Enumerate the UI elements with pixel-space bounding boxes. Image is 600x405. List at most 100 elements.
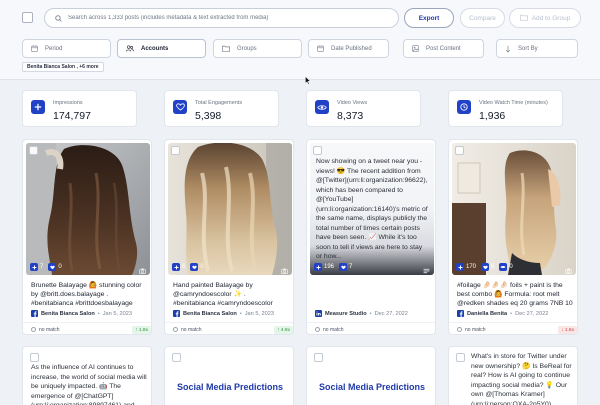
match-status: no match xyxy=(465,326,486,333)
post-select-checkbox[interactable] xyxy=(313,146,322,155)
impressions-metric: 6 xyxy=(172,263,185,271)
post-date: Dec 27, 2022 xyxy=(374,310,408,317)
post-text-preview[interactable]: Now showing on a tweet near you - views!… xyxy=(310,143,434,275)
filter-date-published[interactable]: Date Published xyxy=(308,39,389,58)
stat-card-video-watch-time: Video Watch Time (minutes) 1,936 xyxy=(448,90,563,127)
post-text-content: What's in store for Twitter under new ow… xyxy=(471,353,572,405)
post-select-checkbox[interactable] xyxy=(456,353,465,362)
content-icon xyxy=(412,45,419,52)
post-card[interactable]: As the influence of AI continues to incr… xyxy=(22,346,152,405)
post-metrics: 196 7 xyxy=(310,259,434,275)
separator: • xyxy=(510,310,513,317)
folder-icon xyxy=(222,45,230,52)
author-name[interactable]: Daniella Benita xyxy=(467,311,507,317)
post-select-checkbox[interactable] xyxy=(455,146,464,155)
heart-icon xyxy=(48,263,57,271)
export-button[interactable]: Export xyxy=(404,8,454,28)
add-to-group-label: Add to Group xyxy=(531,14,571,22)
match-indicator-icon xyxy=(31,327,36,332)
post-card[interactable]: 170 6 0 #foilage 🤌🏻🤌🏻🤌🏻 foils + paint is… xyxy=(448,139,578,335)
post-date: Dec 27, 2022 xyxy=(515,310,549,317)
author-name[interactable]: Benita Bianca Salon xyxy=(41,311,95,317)
stat-card-impressions: Impressions 174,797 xyxy=(22,90,137,127)
performance-badge: ↑ 4.9x xyxy=(274,326,293,334)
match-indicator-icon xyxy=(173,327,178,332)
filter-label: Date Published xyxy=(331,45,372,52)
impressions-value: 170 xyxy=(466,264,477,270)
post-date: Jan 5, 2023 xyxy=(102,310,132,317)
filter-accounts[interactable]: Accounts xyxy=(117,39,206,58)
filter-post-content[interactable]: Post Content xyxy=(403,39,484,58)
camera-icon xyxy=(281,261,288,279)
post-footer: no match ↑ 4.9x xyxy=(165,322,293,334)
clock-icon xyxy=(457,100,471,114)
calendar-icon xyxy=(317,45,324,52)
filter-label: Sort By xyxy=(518,45,538,52)
heart-icon xyxy=(190,263,199,271)
post-card[interactable]: Social Media Predictions xyxy=(306,346,436,405)
filter-label: Accounts xyxy=(141,45,169,52)
filter-groups[interactable]: Groups xyxy=(213,39,302,58)
sort-icon xyxy=(505,45,511,53)
impressions-value: 6 xyxy=(182,264,186,270)
linkedin-icon xyxy=(315,310,322,317)
eye-icon xyxy=(499,263,508,271)
search-input[interactable] xyxy=(68,15,378,21)
facebook-icon xyxy=(31,310,38,317)
performance-badge: ↓ 1.6x xyxy=(558,326,577,334)
plus-icon xyxy=(30,263,38,271)
match-status: no match xyxy=(181,326,202,333)
post-card[interactable]: What's in store for Twitter under new ow… xyxy=(448,346,578,405)
match-indicator-icon xyxy=(315,327,320,332)
compare-button[interactable]: Compare xyxy=(460,8,505,28)
post-card[interactable]: Social Media Predictions xyxy=(164,346,294,405)
separator: • xyxy=(97,310,100,317)
select-all-checkbox[interactable] xyxy=(22,12,33,23)
search-icon xyxy=(55,14,62,22)
post-card[interactable]: 6 0 Hand painted Balayage by @camryndoes… xyxy=(164,139,294,335)
plus-icon xyxy=(456,263,464,271)
post-image[interactable] xyxy=(452,143,576,275)
stat-card-total-engagements: Total Engagements 5,398 xyxy=(164,90,279,127)
active-filter-chip[interactable]: Benita Bianca Salon , +6 more xyxy=(22,62,104,72)
plus-icon xyxy=(314,263,322,271)
stat-value: 174,797 xyxy=(53,110,91,122)
likes-value: 0 xyxy=(58,264,62,270)
post-image[interactable] xyxy=(26,143,150,275)
author-name[interactable]: Benita Bianca Salon xyxy=(183,311,237,317)
filter-period[interactable]: Period xyxy=(22,39,111,58)
likes-value: 0 xyxy=(200,264,204,270)
post-select-checkbox[interactable] xyxy=(171,146,180,155)
impressions-value: 196 xyxy=(324,264,335,270)
post-footer: no match xyxy=(307,322,435,334)
camera-icon xyxy=(139,261,146,279)
post-card[interactable]: 7 0 Brunette Balayage 🙆 stunning color b… xyxy=(22,139,152,335)
stat-label: Total Engagements xyxy=(195,100,243,106)
match-status: no match xyxy=(39,326,60,333)
post-graphic-title: Social Media Predictions xyxy=(176,382,284,392)
post-select-checkbox[interactable] xyxy=(314,353,323,362)
filter-label: Post Content xyxy=(426,45,461,52)
post-author: Measure Studio • Dec 27, 2022 xyxy=(315,310,435,317)
post-select-checkbox[interactable] xyxy=(30,353,39,362)
plus-icon xyxy=(31,100,45,114)
search-box[interactable] xyxy=(44,8,399,28)
filter-sort-by[interactable]: Sort By xyxy=(496,39,578,58)
post-metrics: 170 6 0 xyxy=(452,259,576,275)
impressions-value: 7 xyxy=(40,264,44,270)
post-select-checkbox[interactable] xyxy=(29,146,38,155)
author-name[interactable]: Measure Studio xyxy=(325,311,367,317)
post-caption xyxy=(315,281,431,308)
views-value: 0 xyxy=(509,264,513,270)
post-select-checkbox[interactable] xyxy=(172,353,181,362)
stat-value: 8,373 xyxy=(337,110,364,122)
post-image[interactable] xyxy=(168,143,292,275)
calendar-icon xyxy=(31,45,38,52)
post-text-content: As the influence of AI continues to incr… xyxy=(31,364,147,405)
filter-label: Period xyxy=(45,45,63,52)
post-card[interactable]: Now showing on a tweet near you - views!… xyxy=(306,139,436,335)
match-indicator-icon xyxy=(457,327,462,332)
post-caption: #foilage 🤌🏻🤌🏻🤌🏻 foils + paint is the bes… xyxy=(457,282,573,307)
add-to-group-button[interactable]: Add to Group xyxy=(509,8,581,28)
impressions-metric: 196 xyxy=(314,263,334,271)
